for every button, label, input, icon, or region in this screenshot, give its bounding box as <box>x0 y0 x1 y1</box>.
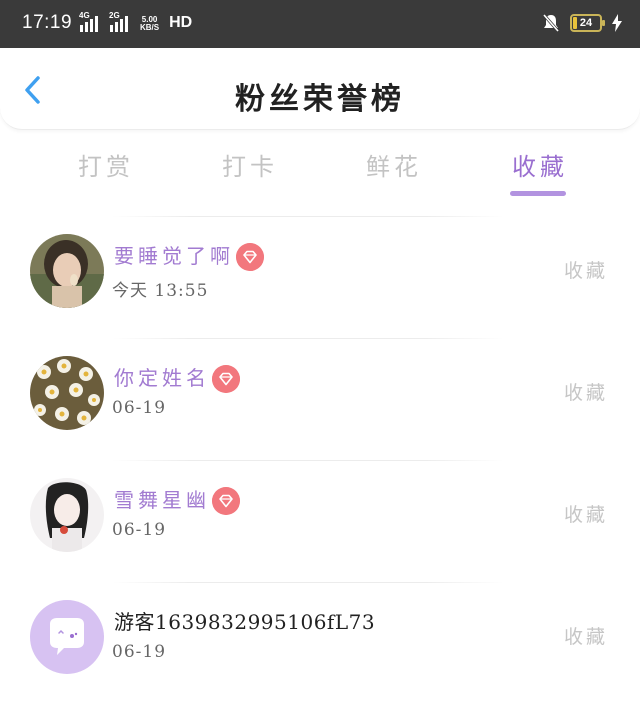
diamond-badge-icon <box>212 487 240 515</box>
active-tab-indicator <box>510 191 566 196</box>
action-label: 收藏 <box>563 382 608 404</box>
hd-indicator: HD <box>169 14 193 31</box>
battery-icon: 24 <box>570 14 605 32</box>
list-item[interactable]: 你定姓名 06-19 收藏 <box>0 336 640 458</box>
action-label: 收藏 <box>563 626 608 648</box>
tab-flowers[interactable]: 鲜花 <box>366 147 422 182</box>
action-label: 收藏 <box>563 504 608 526</box>
activity-time: 06-19 <box>112 398 167 418</box>
fan-name: 雪舞星幽 <box>114 488 210 512</box>
guest-avatar-icon[interactable] <box>30 600 104 674</box>
tab-tipping[interactable]: 打赏 <box>78 147 134 182</box>
avatar[interactable] <box>30 356 104 430</box>
signal-2g-icon: 2G <box>109 11 132 32</box>
network-indicators: 4G 2G 5.00 KB/S HD <box>79 11 193 32</box>
fan-name: 要睡觉了啊 <box>114 244 234 268</box>
activity-time: 06-19 <box>112 520 167 540</box>
status-right: 24 <box>542 13 622 33</box>
list-item[interactable]: 雪舞星幽 06-19 收藏 <box>0 458 640 580</box>
page-header: 粉丝荣誉榜 <box>0 48 640 130</box>
diamond-badge-icon <box>236 243 264 271</box>
list-item[interactable]: 游客1639832995106fL73 06-19 收藏 <box>0 580 640 702</box>
mute-icon <box>542 14 560 32</box>
charging-icon <box>612 14 622 32</box>
tab-bar: 打赏 打卡 鲜花 收藏 <box>0 140 640 200</box>
activity-time: 06-19 <box>112 642 167 662</box>
avatar[interactable] <box>30 478 104 552</box>
signal-4g-icon: 4G <box>79 11 102 32</box>
fan-name: 你定姓名 <box>114 366 210 390</box>
speed-unit: KB/S <box>140 23 160 32</box>
status-time: 17:19 <box>22 12 73 33</box>
list-item[interactable]: 要睡觉了啊 今天 13:55 收藏 <box>0 214 640 336</box>
network-type-label: 4G <box>79 11 90 20</box>
tab-favorites[interactable]: 收藏 <box>512 147 568 182</box>
page-title: 粉丝荣誉榜 <box>235 82 405 117</box>
avatar[interactable] <box>30 234 104 308</box>
diamond-badge-icon <box>212 365 240 393</box>
battery-level: 24 <box>579 17 593 29</box>
tab-check-in[interactable]: 打卡 <box>222 147 278 182</box>
fan-name: 游客1639832995106fL73 <box>114 610 376 634</box>
network-speed: 5.00 KB/S <box>140 16 159 32</box>
status-bar: 17:19 4G 2G 5.00 KB/S HD 24 <box>0 0 640 48</box>
activity-time: 今天 13:55 <box>112 281 209 301</box>
action-label: 收藏 <box>563 260 608 282</box>
network-type-label: 2G <box>109 11 120 20</box>
